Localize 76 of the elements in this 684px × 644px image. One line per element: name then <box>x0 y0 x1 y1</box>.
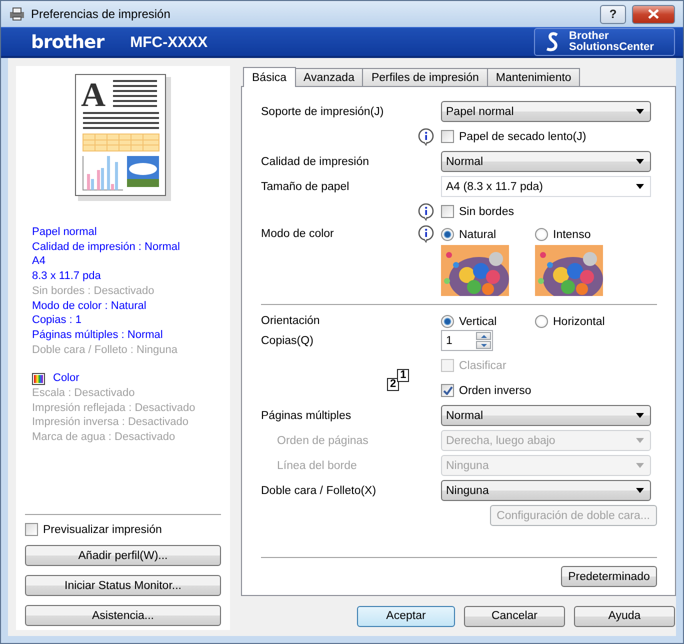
summary-text: A4 <box>32 254 46 270</box>
dropdown[interactable]: Normal <box>441 405 651 426</box>
dropdown[interactable]: Ninguna <box>441 480 651 501</box>
summary-text: Impresión reflejada : Desactivado <box>32 400 196 416</box>
checkbox[interactable] <box>441 130 454 143</box>
help-button[interactable]: ? <box>600 4 626 24</box>
dropdown[interactable]: A4 (8.3 x 11.7 pda) <box>441 176 651 197</box>
radio-button[interactable] <box>441 315 454 328</box>
field-label: Copias(Q) <box>261 334 314 346</box>
solutions-center-button[interactable]: Brother SolutionsCenter <box>534 28 675 56</box>
summary-text: Doble cara / Folleto : Ninguna <box>32 342 178 358</box>
summary-text: Copias : 1 <box>32 313 82 328</box>
printer-icon <box>9 7 25 21</box>
radio-label: Natural <box>459 228 496 240</box>
side-button[interactable]: Iniciar Status Monitor... <box>25 575 221 596</box>
field-label: Línea del borde <box>277 460 357 472</box>
tab[interactable]: Avanzada <box>294 68 364 86</box>
checkbox-label: Papel de secado lento(J) <box>459 130 586 142</box>
summary-text: Escala : Desactivado <box>32 386 135 401</box>
radio-label: Intenso <box>553 228 591 240</box>
radio-button[interactable] <box>535 228 548 241</box>
radio-button[interactable] <box>441 228 454 241</box>
summary-text: Color <box>53 371 80 386</box>
side-button[interactable]: Asistencia... <box>25 605 221 626</box>
dialog-button[interactable]: Ayuda <box>574 606 675 626</box>
letter-text: A <box>81 77 106 114</box>
side-button[interactable]: Añadir perfil(W)... <box>25 545 221 566</box>
summary-text: Sin bordes : Desactivado <box>32 284 154 299</box>
summary-text: 8.3 x 11.7 pda <box>32 269 101 284</box>
caret-icon <box>636 463 644 468</box>
model-name: MFC-XXXX <box>130 34 209 50</box>
field-label: Modo de color <box>261 228 334 240</box>
summary-text: Impresión inversa : Desactivado <box>32 415 189 430</box>
caret-icon <box>636 184 644 189</box>
field-label: Orden de páginas <box>277 434 368 446</box>
color-bars-icon <box>32 372 45 385</box>
checkbox-label: Sin bordes <box>459 206 514 218</box>
caret-icon <box>636 109 644 114</box>
number-field[interactable]: 1 <box>441 330 493 351</box>
summary-text: Calidad de impresión : Normal <box>32 240 180 254</box>
summary-text: Modo de color : Natural <box>32 298 146 314</box>
field-label: Calidad de impresión <box>261 156 370 168</box>
summary-text: Marca de agua : Desactivado <box>32 430 176 445</box>
summary-text: Papel normal <box>32 225 97 240</box>
close-icon <box>648 9 659 19</box>
dialog-button[interactable]: Cancelar <box>464 606 565 626</box>
caret-icon <box>636 438 644 443</box>
field-label: Páginas múltiples <box>261 410 352 422</box>
summary-text: Páginas múltiples : Normal <box>32 328 163 343</box>
field-label: Tamaño de papel <box>261 180 350 192</box>
tab[interactable]: Mantenimiento <box>486 68 580 86</box>
tab[interactable]: Básica <box>243 67 296 87</box>
checkbox[interactable] <box>441 205 454 218</box>
close-button[interactable] <box>632 4 675 24</box>
caret-icon <box>636 413 644 418</box>
field-label: Orientación <box>261 315 320 327</box>
checkbox-label: Clasificar <box>459 360 506 372</box>
checkbox[interactable] <box>441 384 454 397</box>
field-label: Soporte de impresión(J) <box>261 106 384 118</box>
checkbox-label: Previsualizar impresión <box>43 524 162 536</box>
dropdown[interactable]: Normal <box>441 151 651 172</box>
radio-label: Vertical <box>459 316 497 328</box>
dropdown[interactable]: Papel normal <box>441 101 651 122</box>
caret-icon <box>636 159 644 164</box>
radio-label: Horizontal <box>553 316 605 328</box>
caret-icon <box>636 488 644 493</box>
tab[interactable]: Perfiles de impresión <box>362 68 488 86</box>
swoosh-icon <box>545 32 561 52</box>
checkbox[interactable] <box>25 523 38 536</box>
window-title: Preferencias de impresión <box>31 7 172 21</box>
radio-button[interactable] <box>535 315 548 328</box>
brand-logo: brother <box>31 32 104 52</box>
dialog-button[interactable]: Aceptar <box>357 606 455 626</box>
checkbox-label: Orden inverso <box>459 384 532 396</box>
field-label: Doble cara / Folleto(X) <box>261 484 376 496</box>
default-button[interactable]: Predeterminado <box>561 566 657 587</box>
